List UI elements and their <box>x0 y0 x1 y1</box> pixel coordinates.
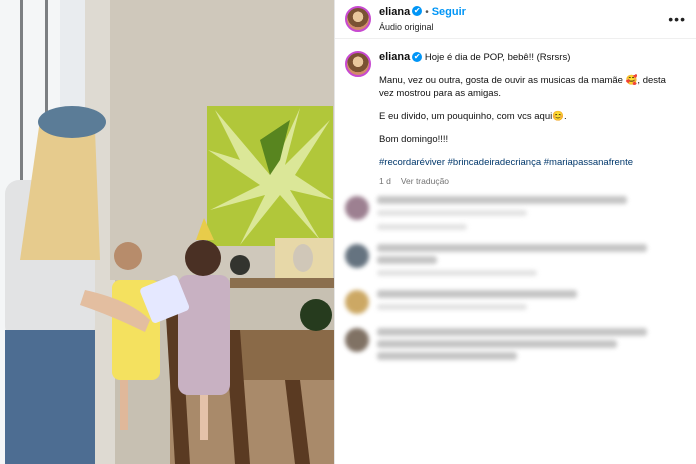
comment-item <box>345 196 686 230</box>
caption-paragraph-4: Bom domingo!!!! <box>379 134 449 145</box>
comment-avatar[interactable] <box>345 244 369 268</box>
comment-blurred <box>377 328 667 360</box>
username-link[interactable]: eliana <box>379 6 410 18</box>
post-header: eliana ✔ • Seguir Áudio original ••• <box>335 0 696 39</box>
post-time: 1 d <box>379 176 391 186</box>
caption-verified-icon: ✔ <box>412 52 423 63</box>
comment-blurred <box>377 244 667 276</box>
caption-paragraph-3: E eu divido, um pouquinho, com vcs aqui😊… <box>379 111 567 122</box>
header-text: eliana ✔ • Seguir Áudio original <box>379 4 466 34</box>
comment-blurred <box>377 196 667 230</box>
more-options-icon[interactable]: ••• <box>668 11 686 27</box>
verified-icon: ✔ <box>412 5 423 16</box>
comment-item <box>345 290 686 314</box>
caption-body: eliana ✔ Hoje é dia de POP, bebê!! (Rsrsr… <box>379 51 679 188</box>
see-translation-link[interactable]: Ver tradução <box>401 176 449 186</box>
caption-meta: 1 d Ver tradução <box>379 175 679 188</box>
post-photo <box>0 0 334 464</box>
avatar[interactable] <box>345 6 371 32</box>
comment-avatar[interactable] <box>345 290 369 314</box>
caption-hashtags[interactable]: #recordaréviver #brincadeiradecriança #m… <box>379 156 679 169</box>
caption-avatar[interactable] <box>345 51 371 77</box>
comment-item <box>345 328 686 360</box>
post-side-panel: eliana ✔ • Seguir Áudio original ••• eliana… <box>334 0 696 464</box>
caption-username[interactable]: eliana <box>379 51 410 63</box>
comment-avatar[interactable] <box>345 196 369 220</box>
comment-avatar[interactable] <box>345 328 369 352</box>
comment-item <box>345 244 686 276</box>
original-audio-link[interactable]: Áudio original <box>379 20 466 34</box>
caption-line1: Hoje é dia de POP, bebê!! (Rsrsrs) <box>424 52 571 63</box>
caption: eliana ✔ Hoje é dia de POP, bebê!! (Rsrsr… <box>335 39 696 188</box>
separator-dot: • <box>425 7 429 18</box>
comments-list <box>335 188 696 360</box>
caption-paragraph-2: Manu, vez ou outra, gosta de ouvir as mu… <box>379 75 666 99</box>
post-photo-scene <box>0 0 334 464</box>
comment-blurred <box>377 290 667 314</box>
follow-button[interactable]: Seguir <box>432 6 466 18</box>
